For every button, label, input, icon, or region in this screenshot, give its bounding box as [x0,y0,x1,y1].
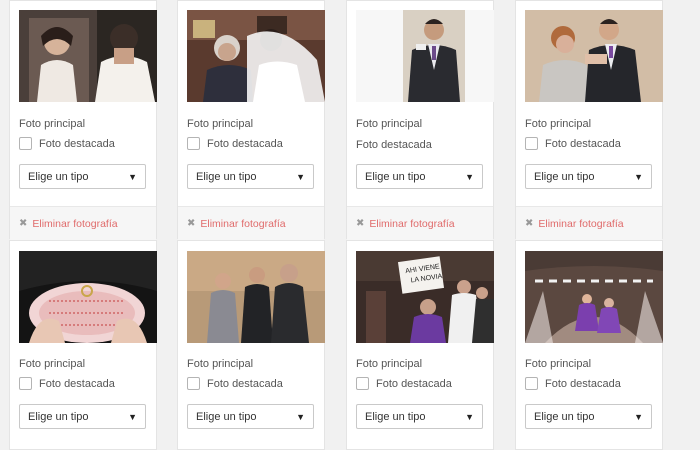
family-group-photo[interactable] [187,251,325,343]
foto-destacada-checkbox[interactable]: Foto destacada [19,137,115,150]
delete-photo-button[interactable]: ✖ Eliminar fotografía [178,206,324,240]
tipo-select[interactable]: Elige un tipo ▼ [187,404,314,429]
groom-portrait-photo[interactable] [356,10,494,102]
photo-card: Foto principal Foto destacada Elige un t… [515,240,663,450]
foto-principal-label: Foto principal [187,118,254,130]
tipo-select[interactable]: Elige un tipo ▼ [19,404,146,429]
tipo-select[interactable]: Elige un tipo ▼ [525,404,652,429]
tipo-select-value: Elige un tipo [534,410,595,423]
tipo-select-value: Elige un tipo [365,410,426,423]
foto-destacada-label: Foto destacada [207,137,283,150]
foto-destacada-checkbox[interactable]: Foto destacada [187,137,283,150]
foto-principal-label: Foto principal [525,118,592,130]
delete-photo-label: Eliminar fotografía [369,217,455,230]
photo-card: Foto principal Foto destacada Elige un t… [177,0,325,240]
foto-principal-label: Foto principal [356,118,423,130]
checkbox-icon[interactable] [356,377,369,390]
tipo-select[interactable]: Elige un tipo ▼ [356,164,483,189]
checkbox-icon[interactable] [19,377,32,390]
delete-photo-button[interactable]: ✖ Eliminar fotografía [347,206,493,240]
foto-destacada-label[interactable]: Foto destacada [356,139,432,151]
church-sign-photo[interactable]: AHI VIENE LA NOVIA [356,251,494,343]
tipo-select[interactable]: Elige un tipo ▼ [356,404,483,429]
foto-principal-label: Foto principal [356,358,423,370]
tipo-select[interactable]: Elige un tipo ▼ [187,164,314,189]
delete-photo-button[interactable]: ✖ Eliminar fotografía [10,206,156,240]
photo-card: Foto principal Foto destacada Elige un t… [346,0,494,240]
caret-down-icon: ▼ [634,171,643,182]
delete-photo-label: Eliminar fotografía [32,217,118,230]
tipo-select-value: Elige un tipo [28,410,89,423]
foto-destacada-label: Foto destacada [207,377,283,390]
foto-principal-label: Foto principal [19,118,86,130]
ring-pillow-photo[interactable] [19,251,157,343]
bride-hug-photo[interactable] [187,10,325,102]
x-icon: ✖ [525,218,534,229]
tipo-select-value: Elige un tipo [28,170,89,183]
tipo-select-value: Elige un tipo [534,170,595,183]
checkbox-icon[interactable] [187,377,200,390]
checkbox-icon[interactable] [19,137,32,150]
x-icon: ✖ [187,218,196,229]
photo-card: Foto principal Foto destacada Elige un t… [515,0,663,240]
tipo-select-value: Elige un tipo [196,170,257,183]
foto-destacada-checkbox[interactable]: Foto destacada [187,377,283,390]
tipo-select[interactable]: Elige un tipo ▼ [525,164,652,189]
bride-mirror-photo[interactable] [19,10,157,102]
foto-principal-label: Foto principal [525,358,592,370]
x-icon: ✖ [356,218,365,229]
caret-down-icon: ▼ [465,171,474,182]
caret-down-icon: ▼ [296,171,305,182]
foto-destacada-label: Foto destacada [545,137,621,150]
checkbox-icon[interactable] [525,137,538,150]
foto-destacada-checkbox[interactable]: Foto destacada [525,137,621,150]
church-aisle-photo[interactable] [525,251,663,343]
checkbox-icon[interactable] [525,377,538,390]
foto-destacada-checkbox[interactable]: Foto destacada [19,377,115,390]
foto-destacada-checkbox[interactable]: Foto destacada [356,377,452,390]
photo-grid: Foto principal Foto destacada Elige un t… [0,0,700,450]
photo-card: AHI VIENE LA NOVIA Foto principal Foto d… [346,240,494,450]
delete-photo-button[interactable]: ✖ Eliminar fotografía [516,206,662,240]
groom-boutonniere-photo[interactable] [525,10,663,102]
photo-card: Foto principal Foto destacada Elige un t… [9,240,157,450]
photo-card: Foto principal Foto destacada Elige un t… [9,0,157,240]
foto-destacada-checkbox[interactable]: Foto destacada [525,377,621,390]
foto-principal-label: Foto principal [19,358,86,370]
foto-destacada-label: Foto destacada [39,377,115,390]
tipo-select-value: Elige un tipo [196,410,257,423]
caret-down-icon: ▼ [465,411,474,422]
foto-principal-label: Foto principal [187,358,254,370]
caret-down-icon: ▼ [128,411,137,422]
foto-destacada-label: Foto destacada [39,137,115,150]
caret-down-icon: ▼ [634,411,643,422]
x-icon: ✖ [19,218,28,229]
tipo-select[interactable]: Elige un tipo ▼ [19,164,146,189]
photo-card: Foto principal Foto destacada Elige un t… [177,240,325,450]
checkbox-icon[interactable] [187,137,200,150]
foto-destacada-label: Foto destacada [545,377,621,390]
delete-photo-label: Eliminar fotografía [538,217,624,230]
caret-down-icon: ▼ [128,171,137,182]
delete-photo-label: Eliminar fotografía [200,217,286,230]
foto-destacada-label: Foto destacada [376,377,452,390]
caret-down-icon: ▼ [296,411,305,422]
tipo-select-value: Elige un tipo [365,170,426,183]
